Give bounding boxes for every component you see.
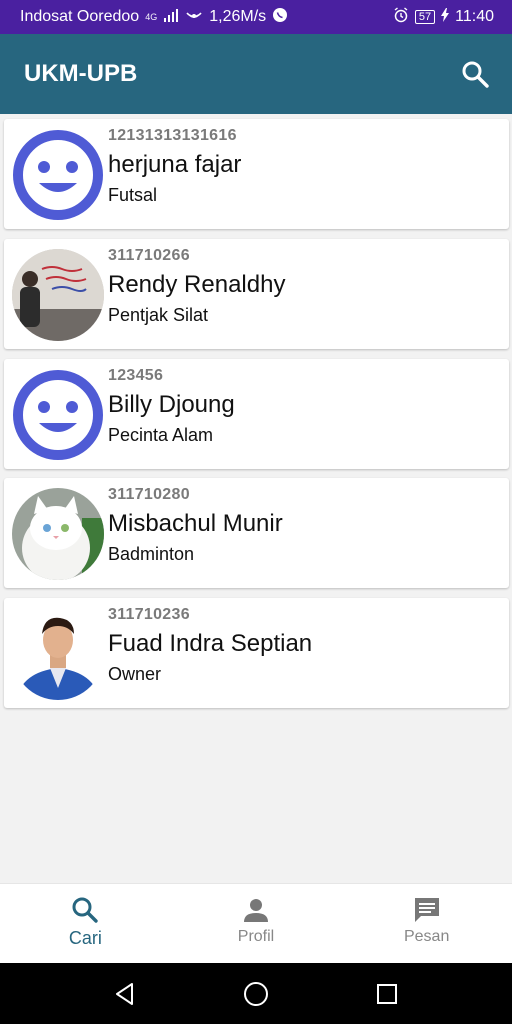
app-title: UKM-UPB [24, 60, 138, 87]
battery-level: 57 [414, 10, 436, 24]
status-left: Indosat Ooredoo 4G 1,26M/s [20, 7, 288, 28]
card-text: 12131313131616 herjuna fajar Futsal [108, 127, 499, 206]
card-text: 311710266 Rendy Renaldhy Pentjak Silat [108, 247, 499, 326]
member-name: Rendy Renaldhy [108, 271, 286, 298]
default-avatar-icon [12, 129, 104, 221]
signal-icon [163, 8, 179, 27]
member-name: Billy Djoung [108, 391, 235, 418]
recents-button[interactable] [367, 974, 407, 1014]
avatar-photo-man [12, 608, 104, 700]
charging-icon [441, 7, 450, 27]
nav-label-pesan: Pesan [403, 928, 450, 945]
nav-label-cari: Cari [68, 928, 102, 948]
recents-square-icon [376, 983, 397, 1004]
search-icon [72, 897, 99, 923]
app-bar: UKM-UPB [0, 34, 512, 114]
home-button[interactable] [236, 974, 276, 1014]
system-navigation-bar [0, 963, 512, 1024]
nav-label-profil: Profil [237, 928, 275, 945]
card-text: 123456 Billy Djoung Pecinta Alam [108, 367, 499, 446]
carrier-label: Indosat Ooredoo [20, 8, 140, 25]
whatsapp-icon [272, 7, 288, 28]
member-ukm: Pentjak Silat [108, 305, 209, 325]
member-id: 311710236 [108, 606, 190, 623]
list-item[interactable]: 123456 Billy Djoung Pecinta Alam [4, 359, 509, 469]
avatar-photo-cat [12, 488, 104, 580]
member-ukm: Owner [108, 664, 162, 684]
bottom-navigation: Cari Profil Pesan [0, 883, 512, 963]
alarm-icon [393, 6, 409, 28]
list-item[interactable]: 311710280 Misbachul Munir Badminton [4, 478, 509, 588]
card-text: 311710280 Misbachul Munir Badminton [108, 486, 499, 565]
member-id: 123456 [108, 367, 164, 384]
message-icon [414, 898, 439, 922]
member-name: Misbachul Munir [108, 510, 283, 537]
search-button[interactable] [458, 57, 492, 91]
default-avatar-icon [12, 369, 104, 461]
search-icon [462, 61, 489, 88]
list-item[interactable]: 311710236 Fuad Indra Septian Owner [4, 598, 509, 708]
member-id: 12131313131616 [108, 127, 237, 144]
back-triangle-icon [116, 982, 134, 1005]
nav-item-profil[interactable]: Profil [171, 884, 342, 963]
person-icon [244, 899, 268, 922]
member-id: 311710280 [108, 486, 190, 503]
card-text: 311710236 Fuad Indra Septian Owner [108, 606, 499, 685]
hotspot-icon [185, 7, 203, 28]
back-button[interactable] [105, 974, 145, 1014]
member-name: herjuna fajar [108, 151, 242, 178]
member-name: Fuad Indra Septian [108, 630, 313, 657]
avatar-photo-wall [12, 249, 104, 341]
nav-item-cari[interactable]: Cari [0, 884, 171, 963]
status-bar: Indosat Ooredoo 4G 1,26M/s 57 11:40 [0, 0, 512, 34]
network-type: 4G [145, 12, 158, 22]
member-ukm: Pecinta Alam [108, 425, 214, 445]
list-item[interactable]: 311710266 Rendy Renaldhy Pentjak Silat [4, 239, 509, 349]
member-ukm: Badminton [108, 544, 195, 564]
home-circle-icon [243, 981, 268, 1006]
status-right: 57 11:40 [393, 6, 494, 28]
member-id: 311710266 [108, 247, 190, 264]
network-speed: 1,26M/s [209, 8, 267, 25]
member-ukm: Futsal [108, 185, 158, 205]
list-item[interactable]: 12131313131616 herjuna fajar Futsal [4, 119, 509, 229]
clock: 11:40 [455, 8, 494, 25]
nav-item-pesan[interactable]: Pesan [341, 884, 512, 963]
